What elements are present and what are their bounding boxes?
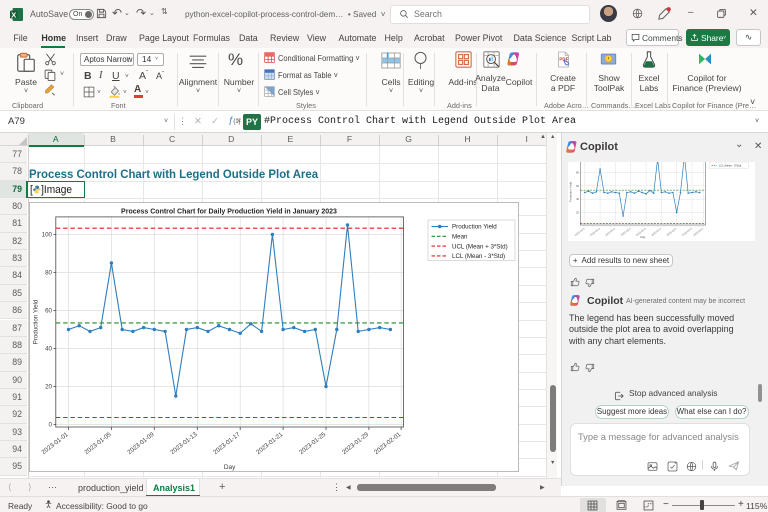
svg-text:Production Yield: Production Yield	[32, 299, 39, 344]
svg-text:20: 20	[45, 383, 52, 390]
svg-text:Day: Day	[640, 235, 646, 239]
svg-text:60: 60	[45, 307, 52, 314]
svg-text:X: X	[11, 10, 16, 19]
svg-text:80: 80	[45, 269, 52, 276]
svg-text:Production Yield: Production Yield	[569, 181, 573, 202]
svg-text:40: 40	[45, 345, 52, 352]
svg-text:LCL (Mean - 3*Std): LCL (Mean - 3*Std)	[452, 253, 505, 260]
svg-text:Day: Day	[223, 464, 235, 471]
svg-text:100: 100	[41, 231, 52, 238]
svg-text:0: 0	[48, 421, 52, 428]
svg-text:Production Yield: Production Yield	[452, 223, 497, 230]
svg-text:Process Control Chart for Dail: Process Control Chart for Daily Producti…	[121, 208, 337, 215]
svg-text:LCL (Mean - 3*Std): LCL (Mean - 3*Std)	[719, 163, 741, 167]
svg-text:UCL (Mean + 3*Std): UCL (Mean + 3*Std)	[452, 243, 508, 250]
svg-text:Mean: Mean	[452, 233, 468, 240]
